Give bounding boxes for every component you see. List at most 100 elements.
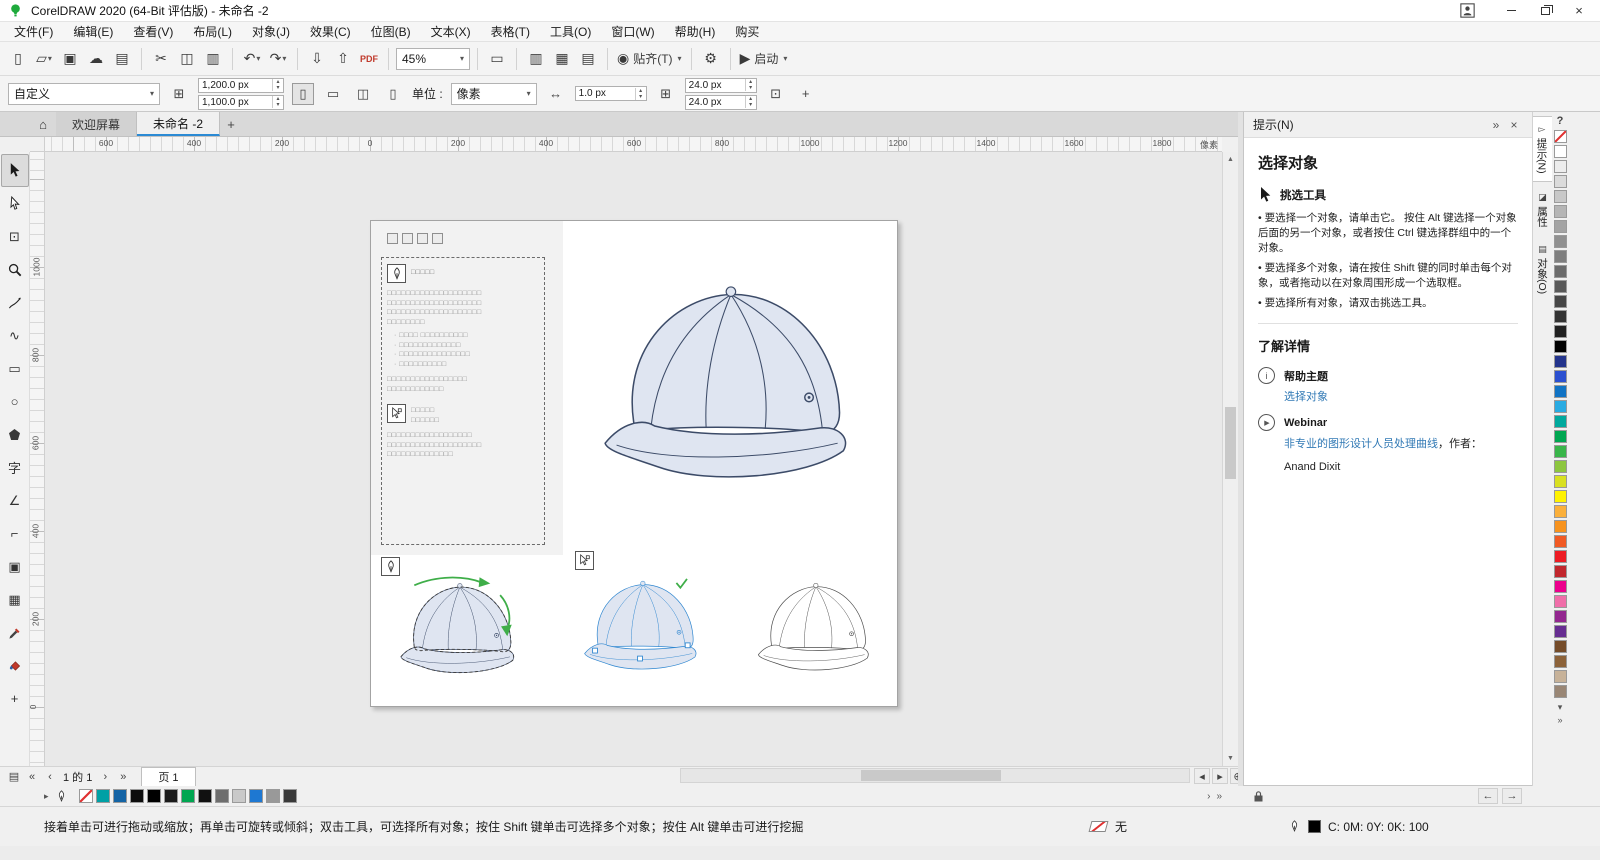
copy-button[interactable]: ◫ (175, 46, 199, 72)
color-swatch[interactable] (1554, 400, 1567, 413)
cut-button[interactable]: ✂ (149, 46, 173, 72)
color-swatch[interactable] (1554, 340, 1567, 353)
canvas[interactable]: □□□□□ □□□□□□□□□□□□□□□□□□□□□□□□□□□□□□□□□□… (45, 152, 1222, 766)
print-button[interactable]: ▤ (110, 46, 134, 72)
add-tool-button[interactable]: + (1, 682, 29, 715)
menu-item[interactable]: 文本(X) (421, 21, 481, 42)
help-topic-link[interactable]: 选择对象 (1284, 388, 1518, 404)
new-tab-button[interactable]: + (220, 112, 242, 136)
shape-tool[interactable] (1, 187, 29, 220)
color-swatch[interactable] (1554, 565, 1567, 578)
menu-item[interactable]: 效果(C) (300, 21, 361, 42)
color-swatch[interactable] (1554, 160, 1567, 173)
palette-next-icon[interactable]: › (1207, 791, 1210, 802)
color-swatch[interactable] (1554, 580, 1567, 593)
drop-shadow-tool[interactable]: ▣ (1, 550, 29, 583)
scroll-left-button[interactable]: ◂ (1194, 768, 1210, 784)
close-button[interactable]: × (1562, 0, 1596, 22)
first-page-button[interactable]: « (24, 769, 40, 785)
color-swatch[interactable] (198, 789, 212, 803)
transparency-tool[interactable]: ▦ (1, 583, 29, 616)
palette-right-button[interactable]: → (1502, 788, 1522, 804)
stepper-arrows[interactable]: ▴▾ (745, 96, 756, 108)
help-icon[interactable]: ? (1557, 112, 1564, 130)
scroll-down-button[interactable]: ▼ (1223, 751, 1238, 766)
tab-welcome-screen[interactable]: 欢迎屏幕 (56, 112, 137, 136)
menu-item[interactable]: 表格(T) (481, 21, 540, 42)
dimension-tool[interactable]: ∠ (1, 484, 29, 517)
color-swatch[interactable] (1554, 130, 1567, 143)
menu-item[interactable]: 文件(F) (4, 21, 63, 42)
docker-collapse-icon[interactable]: » (1487, 118, 1505, 132)
menu-item[interactable]: 编辑(E) (63, 21, 123, 42)
menu-item[interactable]: 帮助(H) (665, 21, 726, 42)
units-select[interactable]: 像素 ▾ (451, 83, 537, 105)
ellipse-tool[interactable]: ○ (1, 385, 29, 418)
menu-item[interactable]: 工具(O) (540, 21, 601, 42)
current-page-button[interactable]: ▯ (382, 83, 404, 105)
scroll-up-button[interactable]: ▲ (1223, 152, 1238, 167)
color-swatch[interactable] (1554, 610, 1567, 623)
color-swatch[interactable] (249, 789, 263, 803)
color-swatch[interactable] (1554, 430, 1567, 443)
cap-main-image[interactable] (567, 251, 891, 521)
color-swatch[interactable] (181, 789, 195, 803)
menu-item[interactable]: 查看(V) (123, 21, 183, 42)
propbar-overflow-button[interactable]: + (795, 83, 817, 105)
cap-step3-image[interactable] (741, 571, 889, 686)
launch-dropdown[interactable]: ▶ 启动 ▾ (738, 46, 790, 72)
color-swatch[interactable] (1554, 550, 1567, 563)
paste-button[interactable]: ▥ (201, 46, 225, 72)
color-swatch[interactable] (1554, 520, 1567, 533)
show-rulers-button[interactable]: ▥ (524, 46, 548, 72)
color-swatch[interactable] (1554, 490, 1567, 503)
palette-left-button[interactable]: ← (1478, 788, 1498, 804)
color-swatch[interactable] (1554, 640, 1567, 653)
palette-flyout-icon[interactable]: » (1216, 791, 1222, 802)
color-swatch[interactable] (147, 789, 161, 803)
treat-as-filled-button[interactable]: ⊡ (765, 83, 787, 105)
color-swatch[interactable] (1554, 535, 1567, 548)
color-swatch[interactable] (1554, 235, 1567, 248)
previous-page-button[interactable]: ‹ (42, 769, 58, 785)
undo-button[interactable]: ↶▾ (240, 46, 264, 72)
docker-tab-hints[interactable]: ▻ 提示(N) (1533, 116, 1553, 182)
color-swatch[interactable] (1554, 175, 1567, 188)
step-down-icon[interactable]: ▾ (273, 102, 283, 108)
menu-item[interactable]: 对象(J) (242, 21, 300, 42)
color-swatch[interactable] (1554, 325, 1567, 338)
import-button[interactable]: ⇩ (305, 46, 329, 72)
menu-item[interactable]: 位图(B) (361, 21, 421, 42)
stepper-arrows[interactable]: ▴▾ (272, 79, 283, 91)
account-button[interactable] (1454, 1, 1480, 21)
redo-button[interactable]: ↷▾ (266, 46, 290, 72)
next-page-button[interactable]: › (97, 769, 113, 785)
landscape-button[interactable]: ▭ (322, 83, 344, 105)
color-swatch[interactable] (1554, 265, 1567, 278)
minimize-button[interactable] (1494, 0, 1528, 22)
color-swatch[interactable] (215, 789, 229, 803)
portrait-button[interactable]: ▯ (292, 83, 314, 105)
color-swatch[interactable] (1554, 670, 1567, 683)
cloud-button[interactable]: ☁ (84, 46, 108, 72)
fullscreen-preview-button[interactable]: ▭ (485, 46, 509, 72)
color-swatch[interactable] (1554, 370, 1567, 383)
palette-flyout-icon[interactable]: » (1557, 715, 1562, 725)
webinar-link[interactable]: 非专业的图形设计人员处理曲线 (1284, 438, 1438, 450)
cap-step1-image[interactable] (383, 571, 535, 689)
open-button[interactable]: ▱▾ (32, 46, 56, 72)
color-swatch[interactable] (1554, 250, 1567, 263)
save-button[interactable]: ▣ (58, 46, 82, 72)
pick-tool[interactable] (1, 154, 29, 187)
color-swatch[interactable] (1554, 655, 1567, 668)
page-list-button[interactable]: ▤ (6, 769, 22, 785)
show-grid-button[interactable]: ▦ (550, 46, 574, 72)
color-swatch[interactable] (1554, 415, 1567, 428)
stepper-arrows[interactable]: ▴▾ (635, 88, 646, 100)
stepper-arrows[interactable]: ▴▾ (745, 79, 756, 91)
color-swatch[interactable] (1554, 280, 1567, 293)
polygon-tool[interactable] (1, 418, 29, 451)
color-swatch[interactable] (232, 789, 246, 803)
color-swatch[interactable] (1554, 190, 1567, 203)
color-swatch[interactable] (1554, 310, 1567, 323)
